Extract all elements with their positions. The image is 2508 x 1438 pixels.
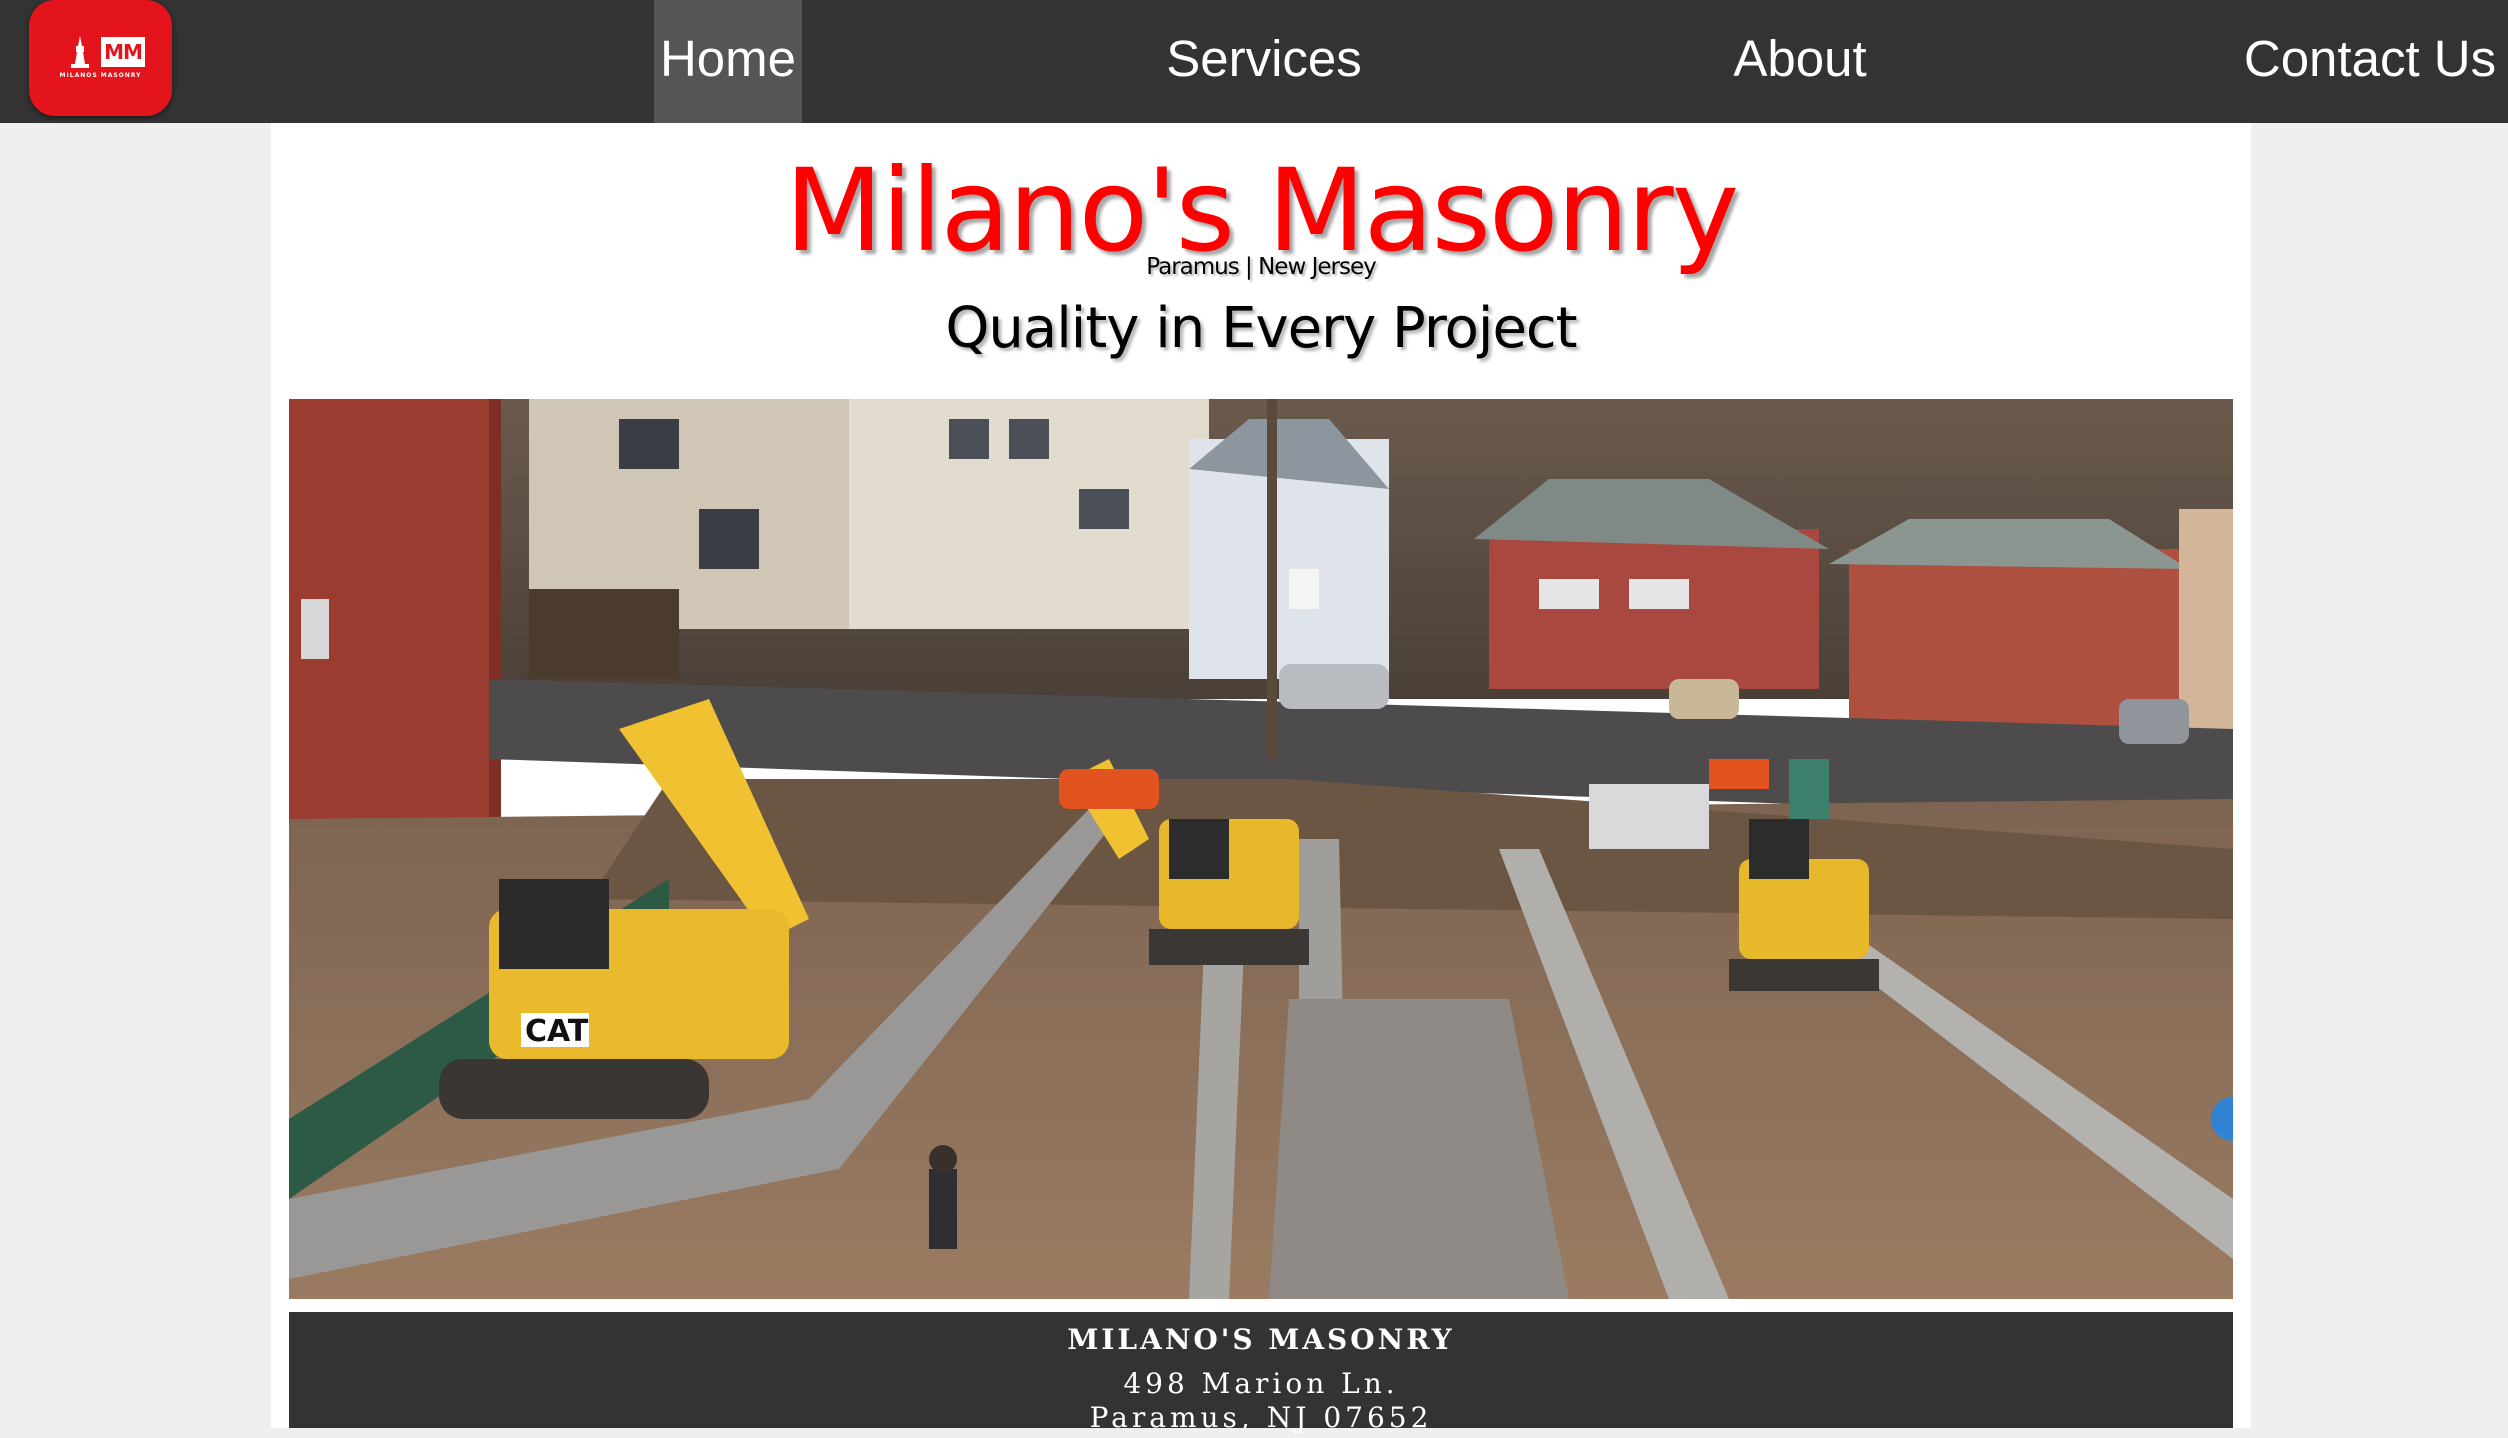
- nav-home[interactable]: Home: [654, 0, 802, 123]
- logo-initials: MM: [101, 37, 145, 67]
- footer: MILANO'S MASONRY 498 Marion Ln. Paramus,…: [289, 1312, 2233, 1434]
- top-navbar: MM MILANOS MASONRY Home Services About C…: [0, 0, 2508, 123]
- logo-caption: MILANOS MASONRY: [59, 72, 142, 79]
- footer-city: Paramus, NJ 07652: [1089, 1401, 1433, 1434]
- svg-text:CAT: CAT: [525, 1014, 589, 1049]
- milanos-masonry-logo[interactable]: MM MILANOS MASONRY: [29, 0, 172, 116]
- tagline: Quality in Every Project: [945, 296, 1577, 361]
- hero-construction-photo: CAT: [289, 399, 2233, 1299]
- location-text: Paramus | New Jersey: [1146, 254, 1376, 280]
- nav-contact-us[interactable]: Contact Us: [2232, 0, 2508, 123]
- nav-about[interactable]: About: [1720, 0, 1880, 123]
- main-content: Milano's Masonry Paramus | New Jersey Qu…: [271, 123, 2251, 1434]
- footer-company-name: MILANO'S MASONRY: [1067, 1323, 1455, 1356]
- nav-services[interactable]: Services: [1148, 0, 1380, 123]
